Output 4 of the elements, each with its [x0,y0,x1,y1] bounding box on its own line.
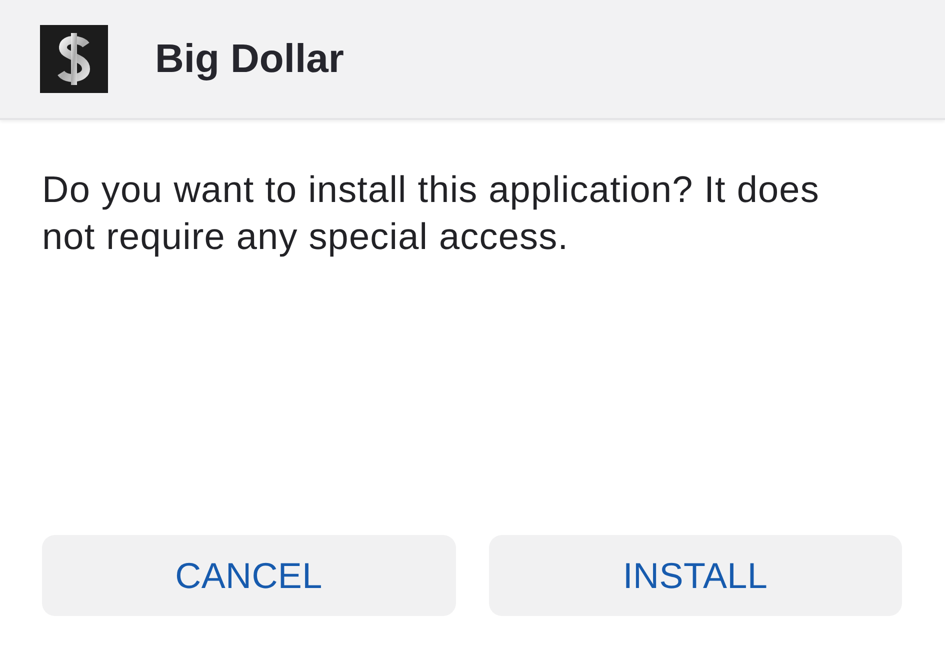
cancel-button[interactable]: CANCEL [42,535,456,616]
app-title: Big Dollar [155,36,344,82]
install-button[interactable]: INSTALL [488,535,902,616]
install-message: Do you want to install this application? It does not require any special access. [42,168,820,259]
